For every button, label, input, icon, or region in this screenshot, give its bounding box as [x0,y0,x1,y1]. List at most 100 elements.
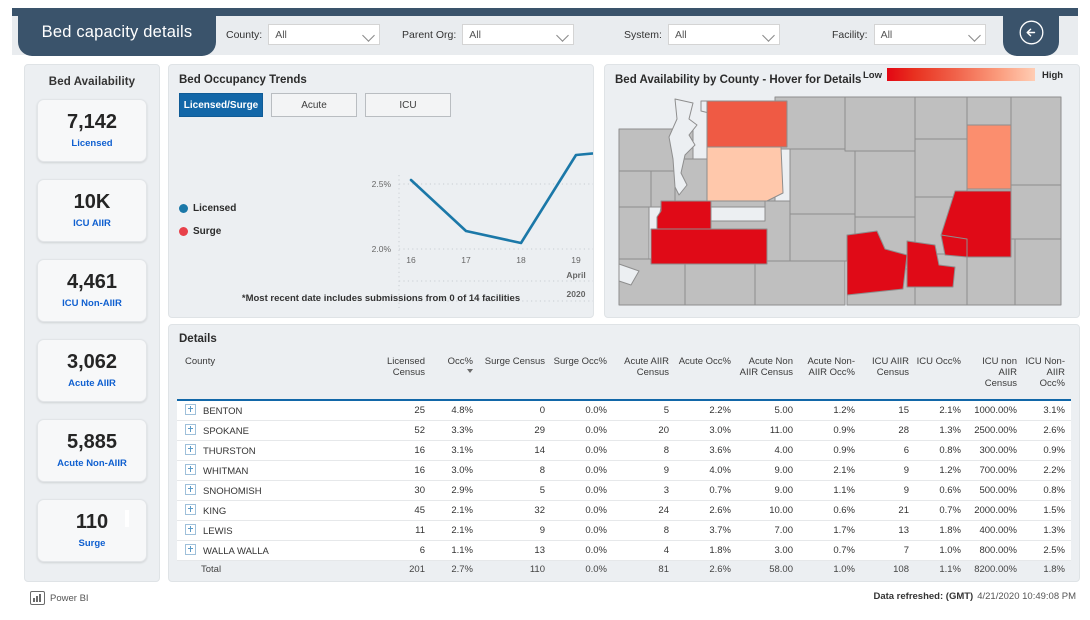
expand-plus-icon[interactable] [185,443,196,455]
filter-facility-value: All [880,28,893,41]
table-cell: 15 [861,399,915,421]
county-ferry[interactable] [966,124,1012,190]
filter-system-label: System: [624,28,662,41]
bed-availability-panel: Bed Availability 7,142 Licensed 10K ICU … [24,64,160,582]
table-cell: 9.00 [737,460,799,481]
county-choropleth-map[interactable] [615,89,1067,309]
table-row[interactable]: SNOHOMISH 30 2.9% 5 0.0% 3 0.7% 9.00 1.1% 9 0.6% 50… [177,480,1071,501]
table-cell: 2.1% [915,399,967,421]
col-icu-aiir-census[interactable]: ICU AIIR Census [861,353,915,401]
table-cell: 3.7% [675,520,737,541]
details-table-wrapper[interactable]: County Licensed Census Occ% Surge Census… [177,353,1071,578]
table-cell-county: KING [177,500,375,521]
kpi-value-licensed: 7,142 [66,111,118,133]
bed-occupancy-trends-card: Bed Occupancy Trends Licensed/Surge Acut… [168,64,734,318]
table-cell: 9 [479,520,551,541]
filter-system-dropdown[interactable]: All [667,24,780,45]
county-pacific[interactable] [650,228,768,265]
kpi-card-surge[interactable]: 110 Surge [37,499,147,562]
table-cell: 0.0% [551,500,613,521]
table-cell: 1.3% [915,420,967,441]
col-county[interactable]: County [177,353,375,401]
table-total-cell: 58.00 [737,560,799,578]
table-cell: 1.7% [799,520,861,541]
kpi-card-acute-non-aiir[interactable]: 5,885 Acute Non-AIIR [37,419,147,482]
trends-footnote: *Most recent date includes submissions f… [241,293,521,304]
filter-county-dropdown[interactable]: All [268,24,381,45]
expand-plus-icon[interactable] [185,523,196,535]
table-row[interactable]: WHITMAN 16 3.0% 8 0.0% 9 4.0% 9.00 2.1% 9 1.2% 700.… [177,460,1071,481]
table-cell: 24 [613,500,675,521]
expand-plus-icon[interactable] [185,403,196,415]
col-icu-occ-pct[interactable]: ICU Occ% [915,353,967,401]
col-surge-occ-pct[interactable]: Surge Occ% [551,353,613,401]
table-row[interactable]: SPOKANE 52 3.3% 29 0.0% 20 3.0% 11.00 0.9% 28 1.3%… [177,420,1071,441]
table-row[interactable]: KING 45 2.1% 32 0.0% 24 2.6% 10.00 0.6% 21 0.7% 200… [177,500,1071,521]
expand-plus-icon[interactable] [185,463,196,475]
expand-plus-icon[interactable] [185,423,196,435]
table-cell: 300.00% [967,440,1023,461]
expand-plus-icon[interactable] [185,483,196,495]
washington-county-map-svg [618,96,1062,306]
county-whitman[interactable] [940,234,968,258]
kpi-card-acute-aiir[interactable]: 3,062 Acute AIIR [37,339,147,402]
table-cell: 0.0% [551,460,613,481]
col-acute-occ-pct[interactable]: Acute Occ% [675,353,737,401]
county-name: WALLA WALLA [203,545,269,557]
details-table-body: BENTON 25 4.8% 0 0.0% 5 2.2% 5.00 1.2% 15 2.1% 1000… [177,399,1071,578]
table-row[interactable]: WALLA WALLA 6 1.1% 13 0.0% 4 1.8% 3.00 0.7% 7 1.0%… [177,540,1071,561]
details-title: Details [179,333,217,345]
table-cell: 3.1% [1023,399,1071,421]
col-surge-census[interactable]: Surge Census [479,353,551,401]
x-tick-19: 19 [571,255,581,265]
table-cell: 2.2% [675,399,737,421]
filter-county-label: County: [226,28,263,41]
table-cell: 3 [613,480,675,501]
table-cell: 4 [613,540,675,561]
expand-plus-icon[interactable] [185,503,196,515]
county-whatcom[interactable] [706,100,788,148]
kpi-card-icu-non-aiir[interactable]: 4,461 ICU Non-AIIR [37,259,147,322]
bed-availability-title: Bed Availability [48,76,136,88]
table-total-cell: 201 [375,560,431,578]
table-cell: 1.8% [675,540,737,561]
table-cell: 1.8% [915,520,967,541]
filter-county: County: All [226,24,381,45]
col-acute-non-aiir-occ-pct[interactable]: Acute Non-AIIR Occ% [799,353,861,401]
col-acute-aiir-census[interactable]: Acute AIIR Census [613,353,675,401]
table-row[interactable]: BENTON 25 4.8% 0 0.0% 5 2.2% 5.00 1.2% 15 2.1% 1000… [177,399,1071,421]
table-total-cell: 2.7% [431,560,479,578]
table-total-cell: 8200.00% [967,560,1023,578]
col-occ-pct[interactable]: Occ% [431,353,479,401]
kpi-value-icu-aiir: 10K [73,191,111,213]
table-total-cell: 108 [861,560,915,578]
col-licensed-census[interactable]: Licensed Census [375,353,431,401]
county-grays-harbor[interactable] [656,200,712,230]
col-icu-non-aiir-occ-pct[interactable]: ICU Non-AIIR Occ% [1023,353,1071,401]
county-skagit[interactable] [706,146,784,202]
col-icu-non-aiir-census[interactable]: ICU non AIIR Census [967,353,1023,401]
table-cell: 9 [861,460,915,481]
kpi-card-icu-aiir[interactable]: 10K ICU AIIR [37,179,147,242]
county-name: THURSTON [203,445,256,457]
table-cell: 25 [375,399,431,421]
expand-plus-icon[interactable] [185,543,196,555]
table-cell: 0.0% [551,480,613,501]
powerbi-brand[interactable]: Power BI [30,591,89,605]
table-cell: 1.0% [915,540,967,561]
kpi-card-licensed[interactable]: 7,142 Licensed [37,99,147,162]
table-row[interactable]: THURSTON 16 3.1% 14 0.0% 8 3.6% 4.00 0.9% 6 0.8% 30… [177,440,1071,461]
table-total-label: Total [177,560,375,578]
table-cell: 3.3% [431,420,479,441]
back-button[interactable] [1003,8,1059,56]
table-cell: 7.00 [737,520,799,541]
table-total-cell: 1.1% [915,560,967,578]
filter-parent-org-dropdown[interactable]: All [462,24,575,45]
col-acute-non-aiir-census[interactable]: Acute Non AIIR Census [737,353,799,401]
filter-facility-dropdown[interactable]: All [873,24,986,45]
legend-low-label: Low [863,70,882,81]
table-cell: 2500.00% [967,420,1023,441]
table-cell: 20 [613,420,675,441]
table-cell: 0.9% [799,420,861,441]
table-row[interactable]: LEWIS 11 2.1% 9 0.0% 8 3.7% 7.00 1.7% 13 1.8% 400.0… [177,520,1071,541]
